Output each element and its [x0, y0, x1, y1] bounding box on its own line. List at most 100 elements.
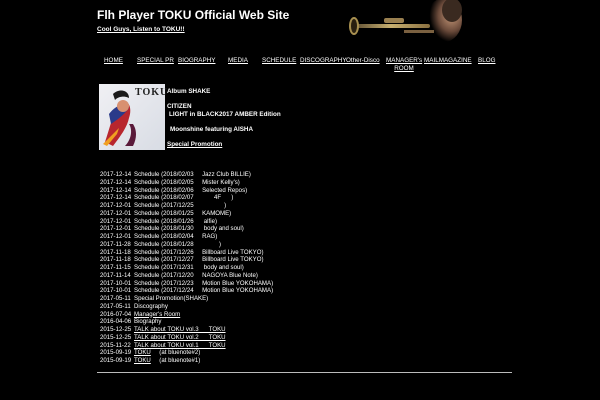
- news-item: 2017-05-11 Special Promotion(SHAKE): [100, 295, 273, 303]
- nav-schedule[interactable]: SCHEDULE: [262, 57, 296, 65]
- news-date: 2015-12-25: [100, 326, 132, 333]
- news-date: 2017-11-18: [100, 248, 131, 256]
- nav-blog[interactable]: BLOG: [478, 57, 496, 65]
- news-date: 2017-11-18: [100, 256, 131, 264]
- news-text: Schedule (2018/02/07 4F ): [134, 194, 234, 202]
- news-item: 2017-12-01 Schedule (2017/12/25 ): [100, 202, 273, 210]
- news-item: 2017-11-15 Schedule (2017/12/31 body and …: [100, 264, 273, 272]
- news-text: Schedule (2018/01/25 KAMOME): [134, 209, 232, 217]
- news-link[interactable]: TALK about TOKU vol.2 TOKU: [134, 334, 226, 342]
- album-info: Album SHAKE CITIZEN LIGHT in BLACK2017 A…: [167, 88, 281, 149]
- nav-other-disco[interactable]: Other-Disco: [346, 57, 380, 65]
- news-text: Discography: [134, 302, 168, 310]
- news-date: 2017-12-14: [100, 194, 132, 202]
- news-date: 2017-12-01: [100, 202, 132, 209]
- news-item[interactable]: 2015-11-22 TALK about TOKU vol.1 TOKU: [100, 342, 273, 350]
- news-date: 2017-12-01: [100, 217, 132, 225]
- news-item: 2017-10-01 Schedule (2017/12/23 Motion Bl…: [100, 280, 273, 288]
- news-item: 2017-12-01 Schedule (2018/01/25 KAMOME): [100, 210, 273, 218]
- news-item: 2017-11-18 Schedule (2017/12/26 Billboard…: [100, 249, 273, 257]
- site-title: Flh Player TOKU Official Web Site: [97, 8, 290, 22]
- news-text: Schedule (2018/01/28 ): [134, 240, 222, 248]
- news-list: 2017-12-14 Schedule (2018/02/03 Jazz Club…: [100, 171, 273, 365]
- news-item: 2017-10-01 Schedule (2017/12/24 Motion Bl…: [100, 287, 273, 295]
- news-item: 2017-12-14 Schedule (2018/02/03 Jazz Club…: [100, 171, 273, 179]
- album-title: Album SHAKE: [167, 88, 211, 95]
- news-item: 2017-05-11 Discography: [100, 303, 273, 311]
- news-text: Biography: [134, 318, 162, 326]
- news-date: 2017-11-28: [100, 240, 131, 248]
- news-text: Schedule (2017/12/20 NAGOYA Blue Note): [134, 271, 258, 279]
- news-text: Schedule (2017/12/25 ): [134, 202, 227, 209]
- nav-special-pr[interactable]: SPECIAL PR: [137, 57, 174, 65]
- news-date: 2016-07-04: [100, 310, 132, 318]
- nav-biography[interactable]: BIOGRAPHY: [178, 57, 215, 65]
- news-suffix: (at bluenote#1): [150, 357, 201, 364]
- news-date: 2017-12-14: [100, 178, 132, 186]
- news-item[interactable]: 2015-12-25 TALK about TOKU vol.3 TOKU: [100, 326, 273, 334]
- nav-media[interactable]: MEDIA: [228, 57, 248, 65]
- news-date: 2017-12-01: [100, 233, 132, 240]
- news-text: Special Promotion(SHAKE): [134, 295, 209, 302]
- news-item: 2017-12-14 Schedule (2018/02/05 Mister Ke…: [100, 179, 273, 187]
- news-link[interactable]: TALK about TOKU vol.3 TOKU: [134, 326, 226, 334]
- news-text: Schedule (2017/12/31 body and soul): [134, 264, 244, 271]
- news-text: Schedule (2017/12/23 Motion Blue YOKOHAM…: [134, 279, 274, 287]
- news-link[interactable]: TALK about TOKU vol.1 TOKU: [134, 342, 226, 350]
- news-item: 2017-12-01 Schedule (2018/02/04 RAG): [100, 233, 273, 241]
- main-nav: HOME SPECIAL PR BIOGRAPHY MEDIA SCHEDULE…: [97, 57, 512, 75]
- news-text: Schedule (2017/12/27 Billboard Live TOKY…: [134, 256, 264, 264]
- news-date: 2016-04-06: [100, 318, 132, 326]
- news-date: 2017-11-15: [100, 264, 131, 271]
- news-text: Schedule (2018/02/05 Mister Kelly's): [134, 178, 240, 186]
- news-item: 2017-12-14 Schedule (2018/02/06 Selected …: [100, 187, 273, 195]
- news-item: 2017-12-01 Schedule (2018/01/26 alfie): [100, 218, 273, 226]
- news-item: 2016-04-06 Biography: [100, 318, 273, 326]
- news-item[interactable]: 2015-12-25 TALK about TOKU vol.2 TOKU: [100, 334, 273, 342]
- news-text: Schedule (2017/12/26 Billboard Live TOKY…: [134, 248, 264, 256]
- track-moonshine: Moonshine featuring AISHA: [170, 125, 254, 133]
- news-date: 2017-10-01: [100, 279, 132, 287]
- nav-mailmagazine[interactable]: MAILMAGAZINE: [424, 57, 472, 65]
- footer-divider: [97, 372, 512, 373]
- news-date: 2017-12-01: [100, 209, 132, 217]
- news-item: 2017-12-14 Schedule (2018/02/07 4F ): [100, 194, 273, 202]
- news-link[interactable]: TOKU: [134, 357, 151, 365]
- news-text: Schedule (2018/02/06 Selected Repos): [134, 186, 248, 194]
- news-text: Schedule (2018/02/04 RAG): [134, 233, 218, 240]
- nav-managers-room[interactable]: MANAGER's ROOM: [386, 57, 422, 72]
- news-date: 2017-12-01: [100, 225, 132, 233]
- track-citizen: CITIZEN: [167, 103, 192, 111]
- news-date: 2015-09-19: [100, 349, 132, 357]
- news-date: 2015-09-19: [100, 357, 132, 364]
- track-light-in-black: LIGHT in BLACK2017 AMBER Edition: [169, 110, 281, 118]
- album-cover-title: TOKU: [135, 87, 169, 98]
- news-date: 2017-11-14: [100, 271, 131, 279]
- news-date: 2017-05-11: [100, 302, 131, 310]
- news-date: 2017-10-01: [100, 287, 132, 295]
- nav-home[interactable]: HOME: [104, 57, 123, 65]
- news-item[interactable]: 2016-07-04 Manager's Room: [100, 311, 273, 319]
- news-item: 2017-11-28 Schedule (2018/01/28 ): [100, 241, 273, 249]
- news-item: 2017-11-14 Schedule (2017/12/20 NAGOYA Bl…: [100, 272, 273, 280]
- trumpet-player-photo: [344, 0, 464, 46]
- news-text: Schedule (2018/02/03 Jazz Club BILLIE): [134, 171, 251, 178]
- news-date: 2017-05-11: [100, 295, 131, 302]
- news-date: 2015-12-25: [100, 333, 132, 341]
- news-link[interactable]: Manager's Room: [134, 311, 180, 319]
- special-promotion-link[interactable]: Special Promotion: [167, 141, 281, 149]
- news-text: Schedule (2018/01/26 alfie): [134, 217, 217, 225]
- nav-discography[interactable]: DISCOGRAPHY: [300, 57, 347, 65]
- news-date: 2017-12-14: [100, 186, 132, 194]
- news-item: 2017-11-18 Schedule (2017/12/27 Billboard…: [100, 256, 273, 264]
- news-text: Schedule (2018/01/30 body and soul): [134, 225, 244, 233]
- news-date: 2017-12-14: [100, 171, 132, 178]
- news-item[interactable]: 2015-09-19 TOKU (at bluenote#2): [100, 349, 273, 357]
- tagline-link[interactable]: Cool Guys, Listen to TOKU!!: [97, 26, 185, 33]
- news-text: Schedule (2017/12/24 Motion Blue YOKOHAM…: [134, 287, 274, 295]
- news-date: 2015-11-22: [100, 341, 131, 349]
- news-link[interactable]: TOKU: [134, 349, 151, 357]
- news-suffix: (at bluenote#2): [150, 349, 201, 357]
- news-item: 2017-12-01 Schedule (2018/01/30 body and …: [100, 225, 273, 233]
- news-item[interactable]: 2015-09-19 TOKU (at bluenote#1): [100, 357, 273, 365]
